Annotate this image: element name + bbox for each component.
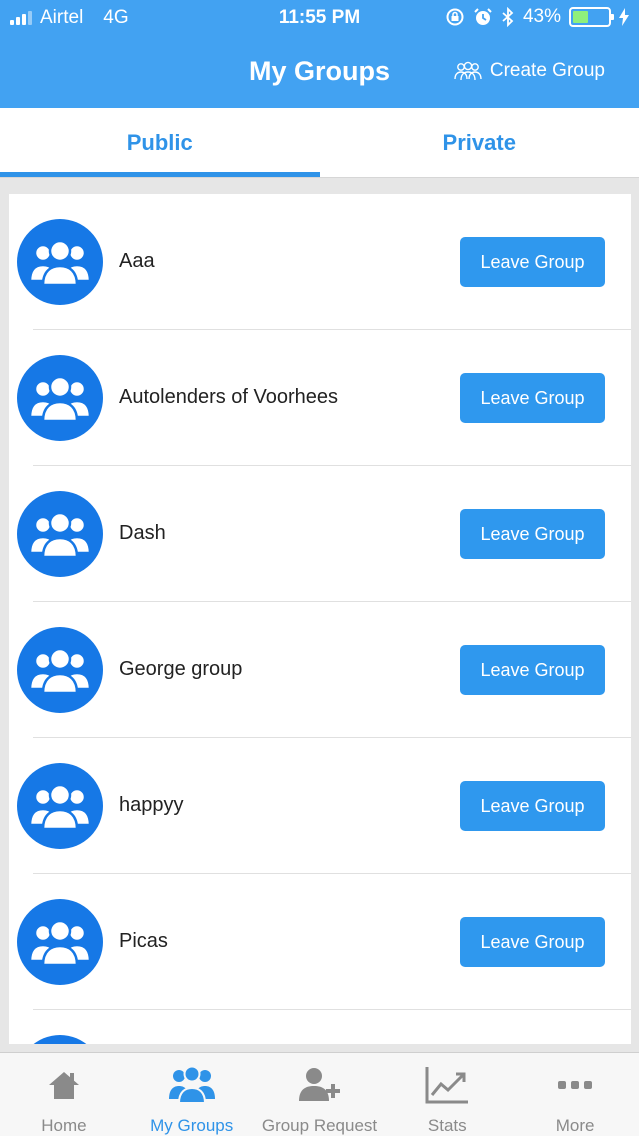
group-avatar	[17, 1035, 103, 1044]
group-avatar	[17, 219, 103, 305]
group-name: George group	[119, 658, 243, 680]
alarm-icon	[474, 8, 492, 25]
tab-public-label: Public	[126, 129, 193, 155]
leave-group-button[interactable]: Leave Group	[460, 509, 605, 559]
home-icon	[44, 1065, 84, 1110]
leave-group-button[interactable]: Leave Group	[460, 373, 605, 423]
group-name: happyy	[119, 794, 184, 816]
add-user-icon	[296, 1065, 342, 1110]
tab-bar-label: Home	[41, 1116, 87, 1135]
group-row[interactable]: happyy Leave Group	[9, 738, 631, 874]
status-bar: Airtel 4G 11:55 PM 43%	[0, 0, 639, 36]
tab-bar-stats[interactable]: Stats	[383, 1053, 511, 1136]
group-avatar-icon	[29, 783, 91, 831]
groups-icon	[168, 1065, 215, 1110]
group-avatar-icon	[29, 375, 91, 423]
tab-bar-label: Stats	[427, 1116, 467, 1135]
stats-icon	[424, 1065, 470, 1110]
group-avatar-icon	[29, 647, 91, 695]
group-row[interactable]: George group Leave Group	[9, 602, 631, 738]
group-avatar	[17, 899, 103, 985]
tab-bar-label: Group Request	[261, 1116, 378, 1135]
charging-icon	[619, 8, 629, 26]
more-icon	[555, 1065, 595, 1110]
tab-bar-label: My Groups	[150, 1116, 234, 1135]
group-row[interactable]: Autolenders of Voorhees Leave Group	[9, 330, 631, 466]
leave-group-button[interactable]: Leave Group	[460, 917, 605, 967]
group-row[interactable]: Dash Leave Group	[9, 466, 631, 602]
create-group-button[interactable]: Create Group	[453, 60, 605, 82]
group-row-partial[interactable]	[9, 1010, 631, 1044]
tab-bar-my-groups[interactable]: My Groups	[128, 1053, 256, 1136]
leave-group-button[interactable]: Leave Group	[460, 781, 605, 831]
status-right: 43%	[445, 6, 629, 28]
rotation-lock-icon	[446, 8, 464, 26]
visibility-tabs: Public Private	[0, 108, 639, 178]
tab-bar-home[interactable]: Home	[0, 1053, 128, 1136]
group-avatar	[17, 355, 103, 441]
leave-group-button[interactable]: Leave Group	[460, 237, 605, 287]
group-avatar-icon	[29, 919, 91, 967]
group-name: Dash	[119, 522, 166, 544]
tab-bar-group-request[interactable]: Group Request	[256, 1053, 384, 1136]
tab-bar-more[interactable]: More	[511, 1053, 639, 1136]
group-avatar	[17, 763, 103, 849]
tab-private[interactable]: Private	[320, 108, 639, 177]
tab-public[interactable]: Public	[0, 108, 320, 177]
create-group-label: Create Group	[489, 60, 605, 81]
group-outline-icon	[454, 61, 482, 81]
group-name: Autolenders of Voorhees	[119, 386, 339, 408]
group-row[interactable]: Aaa Leave Group	[9, 194, 631, 330]
leave-group-button[interactable]: Leave Group	[460, 645, 605, 695]
group-row[interactable]: Picas Leave Group	[9, 874, 631, 1010]
app-header: Airtel 4G 11:55 PM 43% My Groups Create …	[0, 0, 639, 108]
group-avatar	[17, 627, 103, 713]
bottom-tab-bar: Home My Groups Group Request Stats More	[0, 1052, 639, 1136]
group-avatar-icon	[29, 239, 91, 287]
battery-level	[573, 11, 588, 23]
tab-bar-label: More	[555, 1116, 595, 1135]
bluetooth-icon	[502, 7, 514, 27]
group-avatar	[17, 491, 103, 577]
battery-icon	[569, 7, 614, 27]
battery-percent: 43%	[522, 6, 561, 27]
tab-private-label: Private	[442, 129, 516, 155]
group-list: Aaa Leave Group Autolenders of Voorhees …	[9, 194, 631, 1044]
group-name: Aaa	[119, 250, 155, 272]
group-name: Picas	[119, 930, 168, 952]
group-avatar-icon	[29, 511, 91, 559]
